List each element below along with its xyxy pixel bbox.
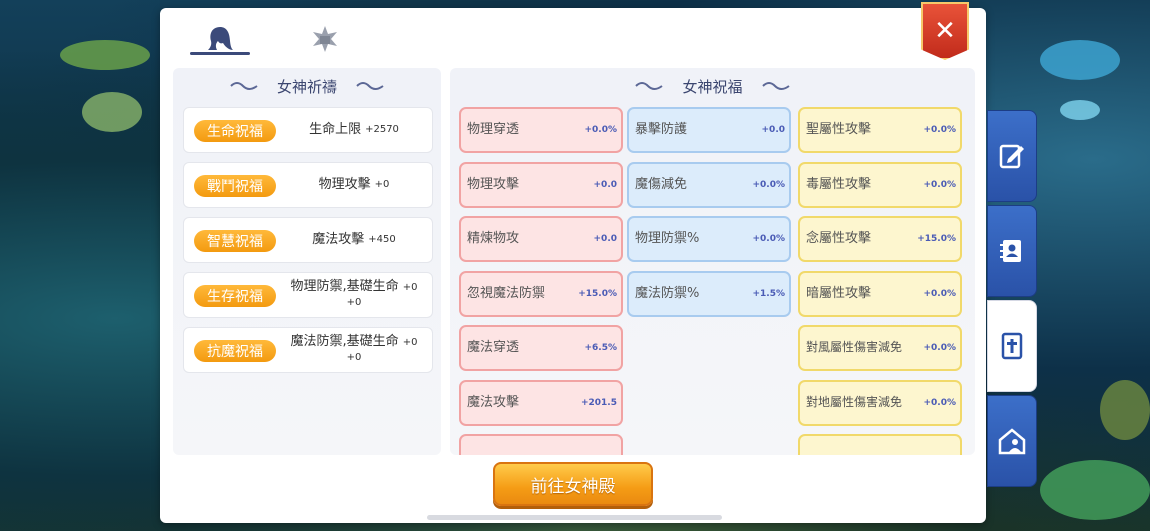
- prayer-header: 女神祈禱: [173, 68, 441, 104]
- blessing-tag[interactable]: 生存祝福: [194, 285, 276, 307]
- blessing-header: 女神祝福: [450, 68, 975, 104]
- prayer-section: 女神祈禱 生命祝福 生命上限 +2570 戰鬥祝福 物理攻擊 +0 智慧祝福 魔法攻…: [173, 68, 441, 455]
- stat-card-partial: [459, 434, 623, 455]
- stat-card: 暗屬性攻擊 +0.0%: [798, 271, 962, 317]
- wave-ornament-icon: [230, 82, 258, 90]
- blessing-detail: 魔法攻擊 +450: [312, 231, 396, 247]
- scene-creature: [60, 40, 150, 70]
- blessing-row-life: 生命祝福 生命上限 +2570: [183, 107, 433, 153]
- stat-card: 魔法穿透 +6.5%: [459, 325, 623, 371]
- blessing-row-survival: 生存祝福 物理防禦,基礎生命 +0 +0: [183, 272, 433, 318]
- stat-card: 對風屬性傷害減免 +0.0%: [798, 325, 962, 371]
- stat-card: 聖屬性攻擊 +0.0%: [798, 107, 962, 153]
- scene-creature: [1040, 460, 1150, 520]
- nav-tab-goddess[interactable]: [987, 300, 1037, 392]
- scroll-indicator: [427, 515, 722, 520]
- stat-card: 暴擊防護 +0.0: [627, 107, 791, 153]
- tab-emblem[interactable]: [295, 18, 355, 60]
- stat-card: 毒屬性攻擊 +0.0%: [798, 162, 962, 208]
- blessing-detail: 生命上限 +2570: [309, 121, 399, 137]
- blessing-title: 女神祝福: [682, 77, 743, 96]
- home-person-icon: [998, 428, 1026, 455]
- contacts-book-icon: [1000, 240, 1021, 262]
- goddess-icon: [208, 27, 233, 50]
- close-button[interactable]: ✕: [921, 2, 969, 60]
- blessing-tag[interactable]: 戰鬥祝福: [194, 175, 276, 197]
- nav-tab-contacts[interactable]: [987, 205, 1037, 297]
- blessing-detail: 物理攻擊 +0: [318, 176, 390, 192]
- blessing-tag[interactable]: 抗魔祝福: [194, 340, 276, 362]
- blessing-row-wisdom: 智慧祝福 魔法攻擊 +450: [183, 217, 433, 263]
- tab-underline: [190, 52, 250, 55]
- stat-card: 物理防禦% +0.0%: [627, 216, 791, 262]
- blessing-tag[interactable]: 生命祝福: [194, 120, 276, 142]
- nav-tab-edit[interactable]: [987, 110, 1037, 202]
- blessing-row-antimagic: 抗魔祝福 魔法防禦,基礎生命 +0 +0: [183, 327, 433, 373]
- blessing-detail: 物理防禦,基礎生命 +0 +0: [290, 279, 418, 308]
- stat-card: 對地屬性傷害減免 +0.0%: [798, 380, 962, 426]
- stat-card: 物理攻擊 +0.0: [459, 162, 623, 208]
- stat-card: 念屬性攻擊 +15.0%: [798, 216, 962, 262]
- go-to-temple-button[interactable]: 前往女神殿: [493, 462, 653, 506]
- close-icon: ✕: [934, 16, 956, 46]
- stat-card: 忽視魔法防禦 +15.0%: [459, 271, 623, 317]
- edit-note-icon: [999, 144, 1024, 169]
- nav-tab-guild[interactable]: [987, 395, 1037, 487]
- stat-card: 精煉物攻 +0.0: [459, 216, 623, 262]
- blessing-tag[interactable]: 智慧祝福: [194, 230, 276, 252]
- stat-card: 魔傷減免 +0.0%: [627, 162, 791, 208]
- stat-card: 魔法攻擊 +201.5: [459, 380, 623, 426]
- scene-mushroom: [1060, 100, 1100, 120]
- scene-creature: [82, 92, 142, 132]
- wave-ornament-icon: [635, 82, 664, 90]
- blessing-row-battle: 戰鬥祝福 物理攻擊 +0: [183, 162, 433, 208]
- blessing-section: 女神祝福 物理穿透 +0.0% 物理攻擊 +0.0 精煉物攻 +0.0 忽視魔法防禦 +…: [450, 68, 975, 455]
- prayer-title: 女神祈禱: [276, 77, 337, 96]
- cross-book-icon: [1001, 332, 1023, 360]
- blessing-detail: 魔法防禦,基礎生命 +0 +0: [290, 334, 418, 363]
- stat-card-partial: [798, 434, 962, 455]
- wave-ornament-icon: [356, 82, 384, 90]
- stat-card: 物理穿透 +0.0%: [459, 107, 623, 153]
- stat-card: 魔法防禦% +1.5%: [627, 271, 791, 317]
- emblem-icon: [313, 26, 337, 52]
- wave-ornament-icon: [761, 82, 790, 90]
- scene-mushroom: [1040, 40, 1120, 80]
- scene-creature: [1100, 380, 1150, 440]
